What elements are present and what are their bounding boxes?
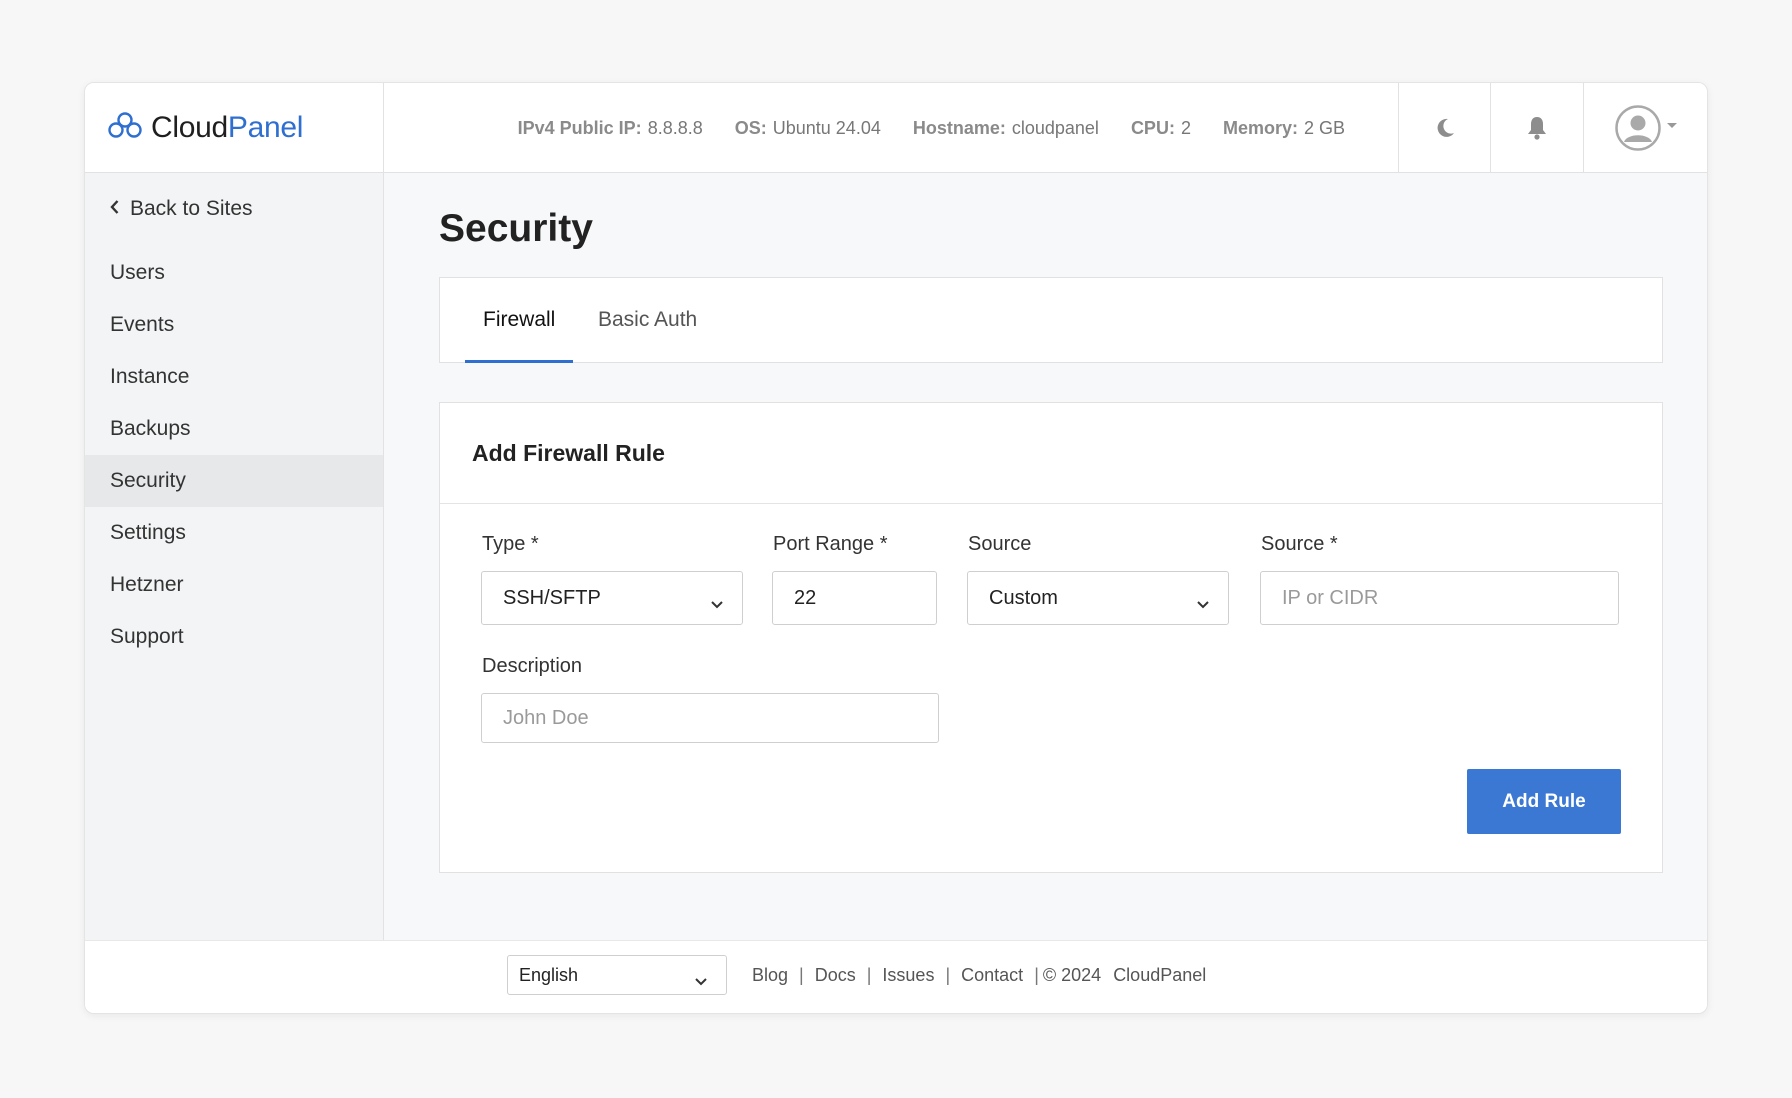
brand-name: CloudPanel bbox=[151, 111, 304, 144]
source-ip-input[interactable]: IP or CIDR bbox=[1260, 571, 1619, 625]
separator: | bbox=[799, 964, 804, 985]
sidebar-nav: Users Events Instance Backups Security S… bbox=[85, 247, 383, 663]
sidebar-item-hetzner[interactable]: Hetzner bbox=[85, 559, 383, 611]
tabs-bar: Firewall Basic Auth bbox=[439, 277, 1663, 363]
bell-icon bbox=[1525, 115, 1549, 141]
chevron-down-icon bbox=[710, 593, 724, 616]
chevron-down-icon bbox=[1196, 593, 1210, 616]
system-info: IPv4 Public IP: 8.8.8.8 OS: Ubuntu 24.04 H… bbox=[384, 83, 1397, 173]
add-firewall-rule-card: Add Firewall Rule Type * SSH/SFTP Port R… bbox=[439, 402, 1663, 873]
source-select[interactable]: Custom bbox=[967, 571, 1229, 625]
source-ip-placeholder: IP or CIDR bbox=[1282, 586, 1379, 609]
form-title: Add Firewall Rule bbox=[472, 440, 665, 466]
back-to-sites-label: Back to Sites bbox=[130, 197, 253, 220]
type-label: Type * bbox=[482, 533, 539, 555]
chevron-down-icon bbox=[1666, 122, 1677, 128]
port-range-label: Port Range * bbox=[773, 533, 888, 555]
app-window: CloudPanel IPv4 Public IP: 8.8.8.8 OS: Ubu… bbox=[84, 82, 1708, 1014]
copyright-name: CloudPanel bbox=[1113, 964, 1207, 985]
description-input[interactable]: John Doe bbox=[481, 693, 939, 743]
type-select-value: SSH/SFTP bbox=[503, 586, 601, 609]
cloud-logo-icon bbox=[107, 110, 151, 147]
port-range-value: 22 bbox=[794, 586, 817, 609]
separator: | bbox=[866, 964, 872, 985]
user-menu-button[interactable] bbox=[1583, 83, 1707, 173]
tab-basic-auth[interactable]: Basic Auth bbox=[580, 278, 715, 362]
separator: | bbox=[945, 964, 951, 985]
sysinfo-hostname: Hostname: cloudpanel bbox=[912, 117, 1099, 138]
source-input-label: Source * bbox=[1261, 533, 1338, 555]
brand[interactable]: CloudPanel bbox=[85, 83, 384, 173]
sidebar-item-backups[interactable]: Backups bbox=[85, 403, 383, 455]
chevron-down-icon bbox=[694, 971, 708, 992]
footer: English Blog | Docs | Issues | Contact |… bbox=[85, 940, 1707, 1013]
source-select-label: Source bbox=[968, 533, 1032, 555]
divider bbox=[440, 503, 1662, 504]
source-select-value: Custom bbox=[989, 586, 1058, 609]
copyright-text: © 2024 bbox=[1042, 964, 1102, 985]
sidebar-item-security[interactable]: Security bbox=[85, 455, 383, 507]
footer-link-blog[interactable]: Blog bbox=[752, 965, 788, 986]
footer-link-issues[interactable]: Issues bbox=[882, 965, 934, 986]
notifications-button[interactable] bbox=[1490, 83, 1583, 173]
sidebar-item-events[interactable]: Events bbox=[85, 299, 383, 351]
user-avatar-icon bbox=[1614, 105, 1661, 151]
sysinfo-cpu: CPU: 2 bbox=[1130, 117, 1191, 138]
main-content: Security Firewall Basic Auth Add Firewal… bbox=[384, 173, 1707, 940]
theme-toggle-button[interactable] bbox=[1398, 83, 1491, 173]
sidebar-item-support[interactable]: Support bbox=[85, 611, 383, 663]
sidebar-item-settings[interactable]: Settings bbox=[85, 507, 383, 559]
footer-links: Blog | Docs | Issues | Contact | © 2024 … bbox=[752, 955, 1206, 995]
type-select[interactable]: SSH/SFTP bbox=[481, 571, 743, 625]
footer-link-docs[interactable]: Docs bbox=[815, 965, 856, 986]
tab-firewall[interactable]: Firewall bbox=[465, 278, 574, 363]
sysinfo-memory: Memory: 2 GB bbox=[1222, 117, 1345, 138]
description-placeholder: John Doe bbox=[503, 706, 589, 729]
footer-link-contact[interactable]: Contact bbox=[961, 965, 1023, 986]
port-range-input[interactable]: 22 bbox=[772, 571, 937, 625]
back-to-sites-link[interactable]: Back to Sites bbox=[109, 197, 253, 221]
chevron-left-icon bbox=[109, 197, 130, 221]
language-select[interactable]: English bbox=[507, 955, 727, 995]
sidebar-item-instance[interactable]: Instance bbox=[85, 351, 383, 403]
add-rule-button[interactable]: Add Rule bbox=[1467, 769, 1621, 834]
sysinfo-ip: IPv4 Public IP: 8.8.8.8 bbox=[517, 117, 703, 138]
sysinfo-os: OS: Ubuntu 24.04 bbox=[734, 117, 881, 138]
top-header: CloudPanel IPv4 Public IP: 8.8.8.8 OS: Ubu… bbox=[85, 83, 1707, 173]
sidebar-item-users[interactable]: Users bbox=[85, 247, 383, 299]
separator: | bbox=[1034, 964, 1039, 985]
description-label: Description bbox=[482, 655, 583, 677]
sidebar: Back to Sites Users Events Instance Back… bbox=[85, 173, 384, 940]
language-value: English bbox=[519, 964, 579, 985]
page-title: Security bbox=[439, 207, 593, 250]
moon-icon bbox=[1433, 116, 1457, 140]
